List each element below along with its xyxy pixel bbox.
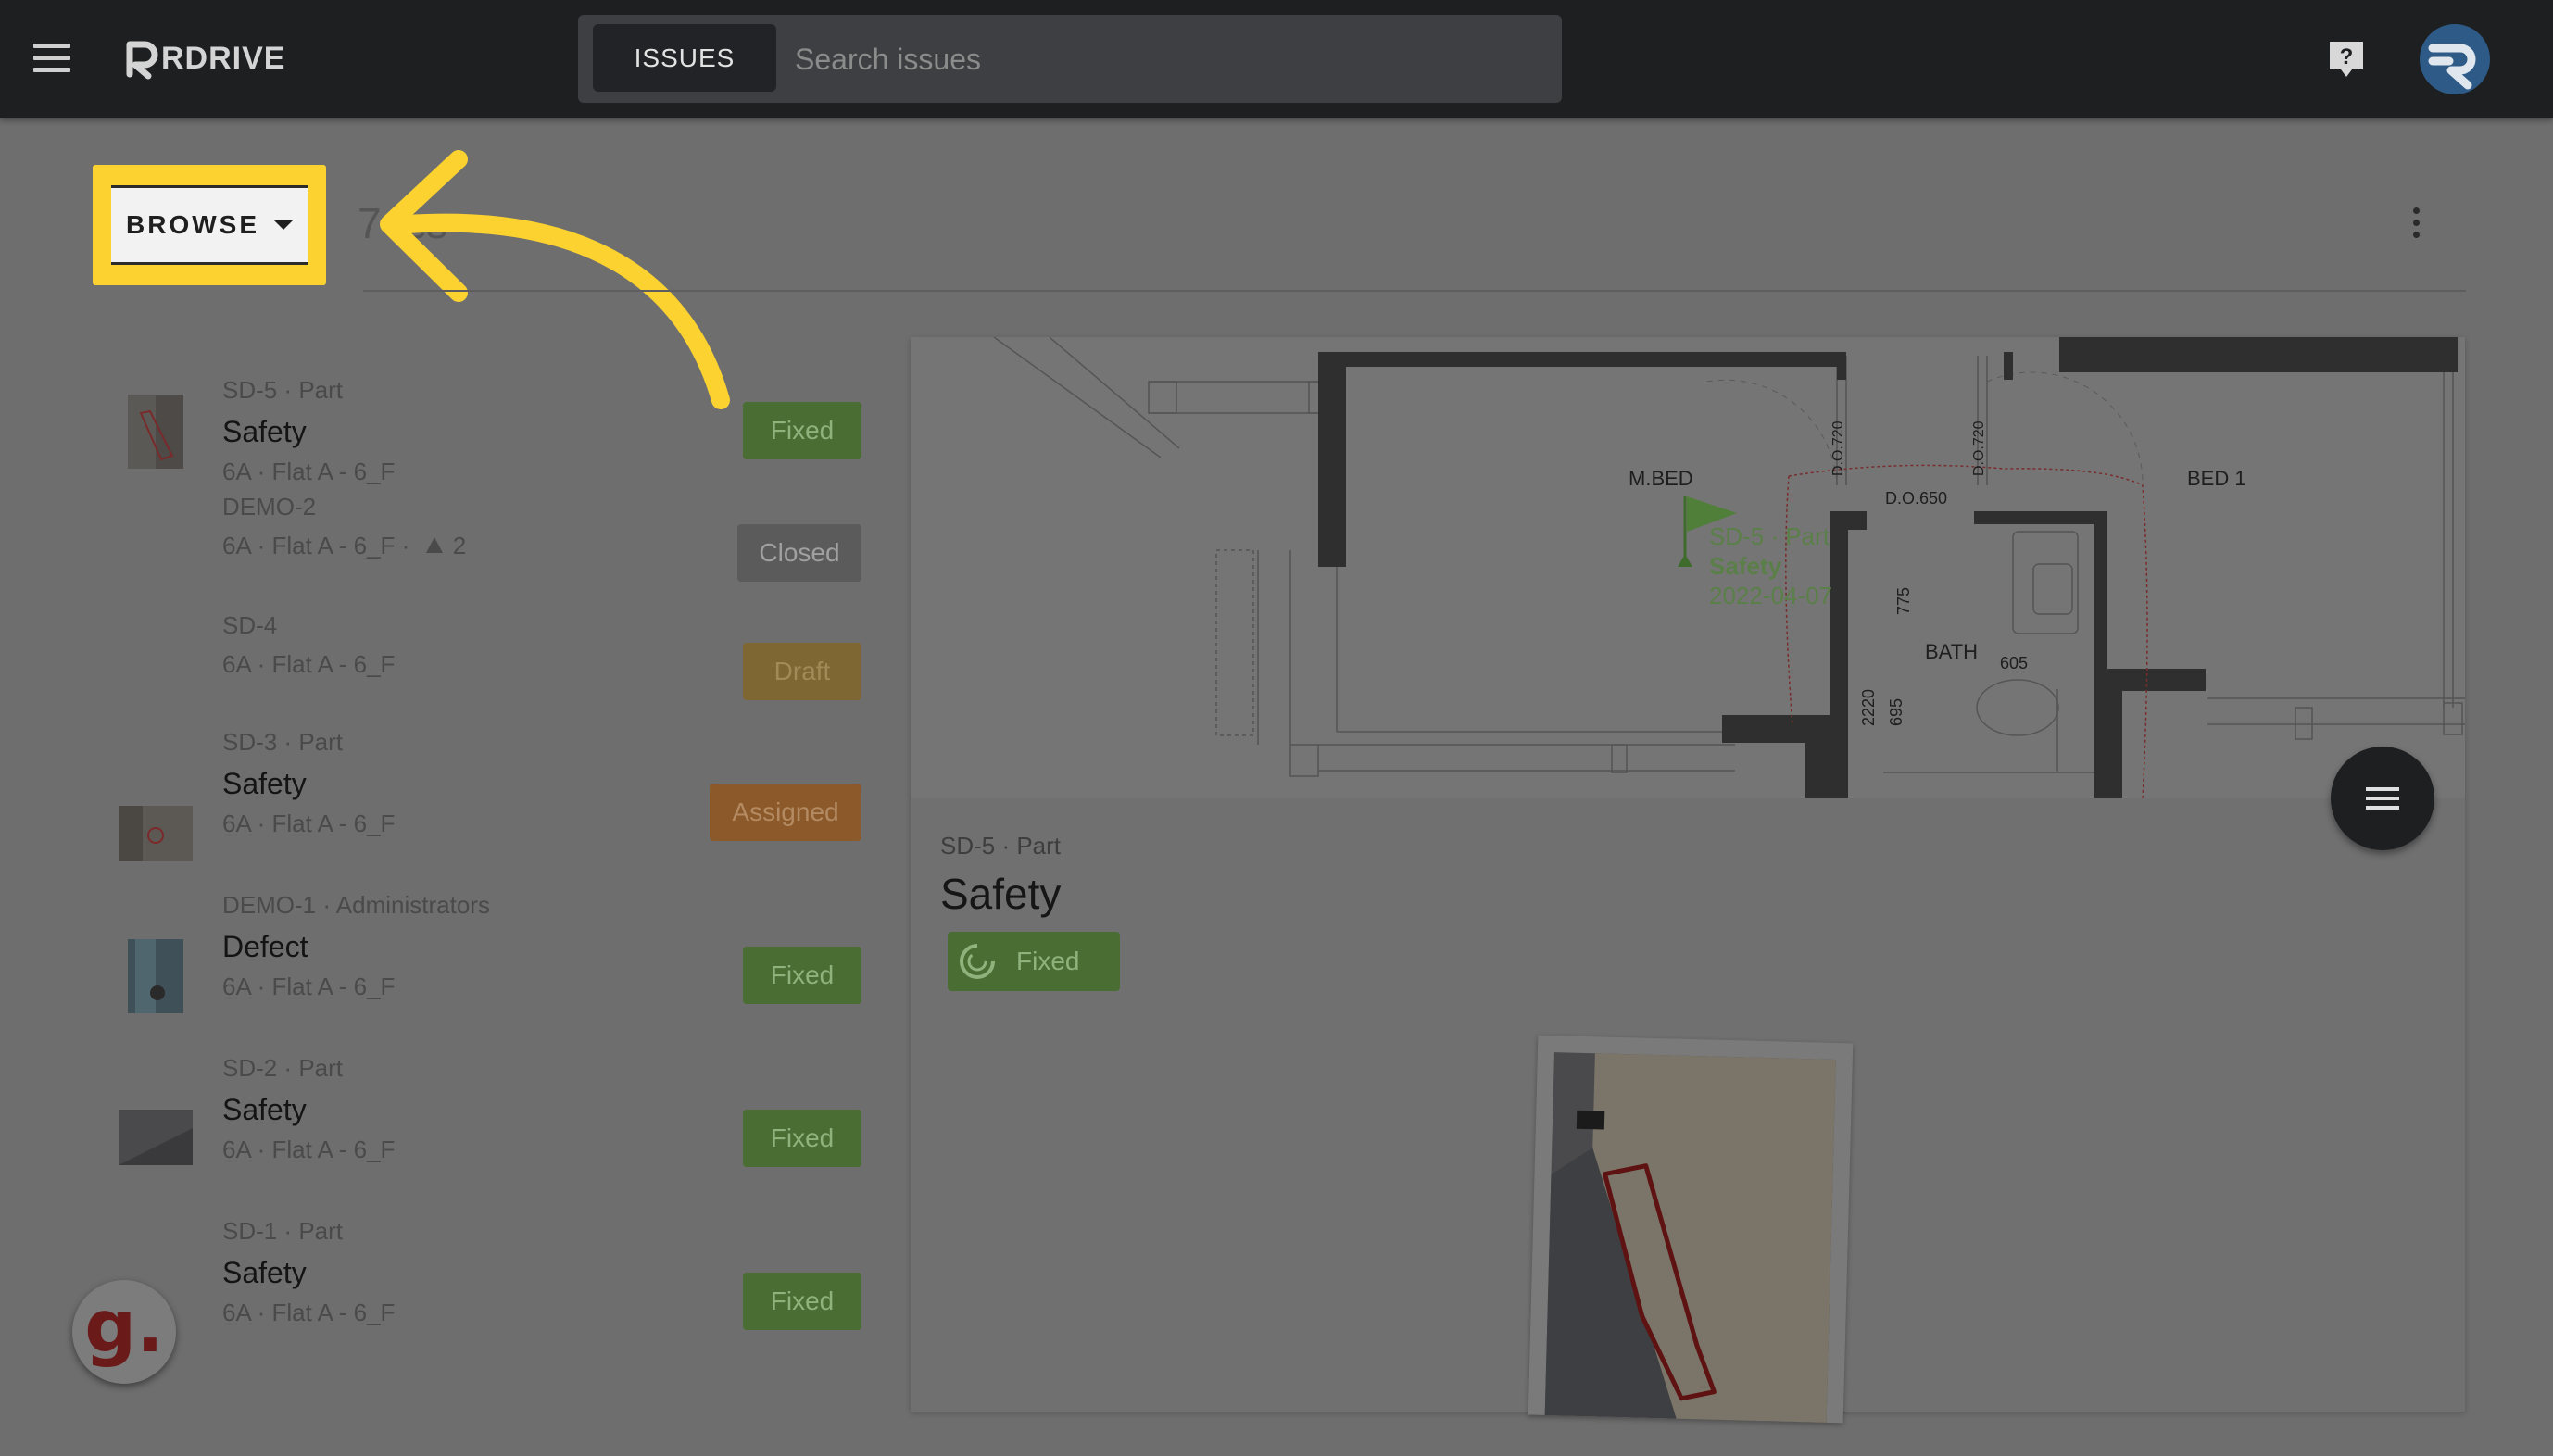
attachment-count: 2 bbox=[452, 532, 467, 559]
issue-list-item[interactable]: SD-5 · Part Safety 6A · Flat A - 6_F Fix… bbox=[93, 352, 861, 491]
plan-label-695: 695 bbox=[1887, 698, 1905, 726]
header-divider bbox=[363, 290, 2466, 292]
status-badge: Draft bbox=[743, 643, 861, 700]
issue-location: 6A · Flat A - 6_F bbox=[222, 650, 396, 678]
issue-location: 6A · Flat A - 6_F bbox=[222, 1136, 396, 1163]
issue-photo[interactable] bbox=[1528, 1035, 1854, 1424]
issue-meta: SD-4 bbox=[222, 611, 278, 639]
detail-status-label: Fixed bbox=[1016, 947, 1080, 975]
fab-menu-line bbox=[2366, 806, 2399, 810]
guide-g-icon[interactable]: g. bbox=[72, 1280, 176, 1384]
status-progress-icon bbox=[960, 944, 995, 979]
plan-label-mbed: M.BED bbox=[1629, 467, 1693, 490]
issue-title: Defect bbox=[222, 930, 308, 963]
help-icon[interactable]: ? bbox=[2327, 39, 2366, 80]
issue-location: 6A · Flat A - 6_F · 2 bbox=[222, 532, 466, 560]
pin-issue-date: 2022-04-07 bbox=[1709, 582, 1832, 609]
issue-list-item[interactable]: SD-1 · Part Safety 6A · Flat A - 6_F Fix… bbox=[93, 1217, 861, 1356]
avatar-logo-icon bbox=[2428, 44, 2476, 90]
caret-down-icon bbox=[274, 220, 293, 230]
more-vert-icon[interactable] bbox=[2405, 207, 2427, 245]
issue-list-item[interactable]: SD-3 · Part Safety 6A · Flat A - 6_F Ass… bbox=[93, 728, 861, 867]
issue-meta: SD-5 · Part bbox=[222, 376, 344, 404]
rdrive-logo[interactable]: RDRIVE bbox=[124, 37, 285, 80]
fab-menu-line bbox=[2366, 787, 2399, 791]
search-scope-chip[interactable]: ISSUES bbox=[593, 24, 776, 92]
plan-label-2220: 2220 bbox=[1859, 689, 1878, 726]
guide-g-glyph: g. bbox=[84, 1286, 164, 1369]
status-badge: Assigned bbox=[710, 784, 861, 841]
fab-menu-button[interactable] bbox=[2331, 747, 2434, 850]
search-input[interactable] bbox=[793, 28, 1538, 91]
avatar[interactable] bbox=[2420, 24, 2490, 94]
issue-location-text: 6A · Flat A - 6_F · bbox=[222, 532, 410, 559]
issue-location: 6A · Flat A - 6_F bbox=[222, 1299, 396, 1326]
plan-label-do650: D.O.650 bbox=[1885, 489, 1947, 508]
issue-thumbnail bbox=[128, 395, 183, 469]
status-badge: Closed bbox=[737, 524, 861, 582]
issue-photo-image bbox=[1544, 1052, 1836, 1423]
logo-text: RDRIVE bbox=[161, 40, 286, 76]
plan-label-bed1: BED 1 bbox=[2187, 467, 2246, 490]
issue-list-item[interactable]: SD-2 · Part Safety 6A · Flat A - 6_F Fix… bbox=[93, 1054, 861, 1193]
issue-location: 6A · Flat A - 6_F bbox=[222, 810, 396, 837]
issue-detail-card: M.BED BED 1 BATH D.O.650 D.O.720 D.O.720… bbox=[911, 337, 2465, 1424]
issue-meta: DEMO-2 bbox=[222, 493, 317, 521]
issue-title: Safety bbox=[222, 1256, 307, 1289]
issue-thumbnail bbox=[119, 806, 193, 861]
rdrive-logo-mark bbox=[126, 41, 158, 80]
browse-dropdown-button[interactable]: BROWSE bbox=[111, 185, 308, 265]
issue-pin-marker[interactable]: SD-5 · Part Safety 2022-04-07 bbox=[1678, 496, 1832, 609]
issue-list-item[interactable]: DEMO-1 · Administrators Defect 6A · Flat… bbox=[93, 891, 861, 1030]
floor-plan-view[interactable]: M.BED BED 1 BATH D.O.650 D.O.720 D.O.720… bbox=[911, 337, 2465, 798]
status-badge: Fixed bbox=[743, 1110, 861, 1167]
browse-label: BROWSE bbox=[126, 210, 259, 239]
fab-menu-line bbox=[2366, 797, 2399, 800]
plan-label-775: 775 bbox=[1894, 587, 1913, 615]
issue-meta: DEMO-1 · Administrators bbox=[222, 891, 490, 919]
issue-title: Safety bbox=[222, 767, 307, 800]
issue-meta: SD-2 · Part bbox=[222, 1054, 344, 1082]
plan-label-do720-a: D.O.720 bbox=[1830, 420, 1846, 476]
plan-label-bath: BATH bbox=[1925, 640, 1978, 663]
detail-issue-meta: SD-5 · Part bbox=[940, 832, 1062, 860]
floor-plan-drawing: M.BED BED 1 BATH D.O.650 D.O.720 D.O.720… bbox=[993, 337, 2465, 798]
pin-issue-title: Safety bbox=[1709, 552, 1782, 580]
svg-text:?: ? bbox=[2340, 44, 2354, 69]
status-badge: Fixed bbox=[743, 1273, 861, 1330]
search-bar: ISSUES bbox=[578, 15, 1562, 103]
issue-thumbnail bbox=[128, 939, 183, 1013]
plan-label-605: 605 bbox=[2000, 654, 2028, 672]
detail-status-badge[interactable]: Fixed bbox=[948, 932, 1120, 991]
pin-issue-id: SD-5 · Part bbox=[1709, 522, 1830, 550]
menu-icon[interactable] bbox=[33, 44, 70, 73]
detail-issue-title: Safety bbox=[940, 870, 1062, 918]
issue-meta: SD-3 · Part bbox=[222, 728, 344, 756]
issue-meta: SD-1 · Part bbox=[222, 1217, 344, 1245]
issue-title: Safety bbox=[222, 1093, 307, 1126]
issue-thumbnail bbox=[119, 1110, 193, 1165]
top-app-bar: RDRIVE ISSUES ? bbox=[0, 0, 2553, 118]
issue-location: 6A · Flat A - 6_F bbox=[222, 973, 396, 1000]
plan-label-do720-b: D.O.720 bbox=[1971, 420, 1987, 476]
issue-location: 6A · Flat A - 6_F bbox=[222, 458, 396, 485]
status-badge: Fixed bbox=[743, 402, 861, 459]
issue-title: Safety bbox=[222, 415, 307, 448]
status-badge: Fixed bbox=[743, 947, 861, 1004]
attachment-count-icon bbox=[425, 537, 443, 553]
